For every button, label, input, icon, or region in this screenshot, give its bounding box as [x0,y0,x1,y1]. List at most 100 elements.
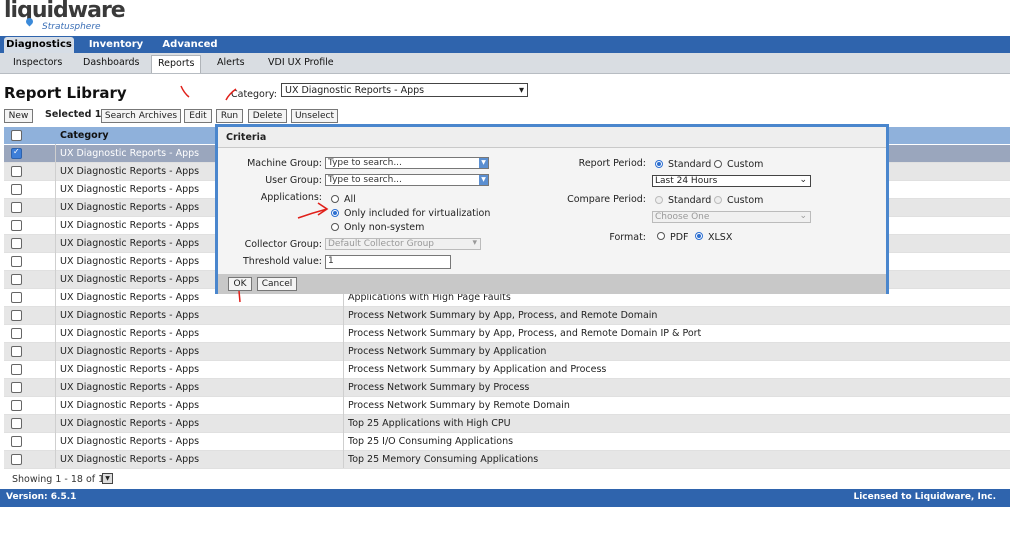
chevron-down-icon: ▾ [472,238,477,248]
column-header-category[interactable]: Category [60,130,109,141]
row-checkbox[interactable] [11,238,22,249]
row-category: UX Diagnostic Reports - Apps [60,274,200,285]
subtab-vdi-ux-profile[interactable]: VDI UX Profile [268,55,334,71]
compare-period-label: Compare Period: [567,194,646,205]
select-all-checkbox[interactable] [11,130,22,141]
row-checkbox[interactable] [11,400,22,411]
app-all-radio[interactable] [331,195,339,203]
subtab-reports[interactable]: Reports [151,55,202,73]
delete-button[interactable]: Delete [248,109,287,123]
column-divider [55,144,56,468]
dialog-header: Criteria [218,127,886,148]
subtab-dashboards[interactable]: Dashboards [83,55,140,71]
table-row[interactable]: UX Diagnostic Reports - Apps Top 25 I/O C… [4,433,1010,451]
row-checkbox[interactable] [11,346,22,357]
sub-nav: Inspectors Dashboards Reports Alerts VDI… [0,53,1010,74]
compare-standard-radio [655,196,663,204]
ok-button[interactable]: OK [228,277,252,291]
compare-period-select: Choose One ⌄ [652,211,811,223]
app-virtualization-radio[interactable] [331,209,339,217]
row-checkbox[interactable] [11,166,22,177]
row-checkbox[interactable] [11,147,22,159]
compare-custom-radio [714,196,722,204]
row-category: UX Diagnostic Reports - Apps [60,148,200,159]
collector-group-label: Collector Group: [244,239,322,250]
row-checkbox[interactable] [11,364,22,375]
new-button[interactable]: New [4,109,33,123]
collector-group-select: Default Collector Group ▾ [325,238,481,250]
row-checkbox[interactable] [11,292,22,303]
row-checkbox[interactable] [11,220,22,231]
table-row[interactable]: UX Diagnostic Reports - Apps Process Netw… [4,379,1010,397]
edit-button[interactable]: Edit [184,109,212,123]
report-period-standard-radio[interactable] [655,160,663,168]
tab-advanced[interactable]: Advanced [158,37,222,53]
user-group-label: User Group: [265,175,322,186]
tab-inventory[interactable]: Inventory [84,37,148,53]
report-period-label: Report Period: [578,158,646,169]
dialog-title: Criteria [226,132,267,143]
row-checkbox[interactable] [11,310,22,321]
tab-diagnostics[interactable]: Diagnostics [4,37,74,53]
row-checkbox[interactable] [11,328,22,339]
search-archives-button[interactable]: Search Archives [101,109,181,123]
row-category: UX Diagnostic Reports - Apps [60,364,200,375]
row-report-name[interactable]: Top 25 Memory Consuming Applications [348,454,538,465]
row-checkbox[interactable] [11,256,22,267]
dialog-footer: OK Cancel [218,274,886,294]
row-report-name[interactable]: Process Network Summary by App, Process,… [348,328,701,339]
row-report-name[interactable]: Process Network Summary by Remote Domain [348,400,570,411]
report-period-select[interactable]: Last 24 Hours ⌄ [652,175,811,187]
row-checkbox[interactable] [11,184,22,195]
row-report-name[interactable]: Top 25 Applications with High CPU [348,418,511,429]
run-button[interactable]: Run [216,109,243,123]
selected-count: Selected 1: [45,109,106,120]
row-checkbox[interactable] [11,454,22,465]
threshold-input[interactable]: 1 [325,255,451,269]
table-row[interactable]: UX Diagnostic Reports - Apps Top 25 Memor… [4,451,1010,469]
table-row[interactable]: UX Diagnostic Reports - Apps Process Netw… [4,397,1010,415]
user-group-input[interactable]: Type to search... ▼ [325,174,489,186]
row-checkbox[interactable] [11,382,22,393]
app-non-system-radio[interactable] [331,223,339,231]
row-category: UX Diagnostic Reports - Apps [60,310,200,321]
format-xlsx-radio[interactable] [695,232,703,240]
row-category: UX Diagnostic Reports - Apps [60,328,200,339]
format-pdf-radio[interactable] [657,232,665,240]
report-period-custom-radio[interactable] [714,160,722,168]
row-category: UX Diagnostic Reports - Apps [60,202,200,213]
row-checkbox[interactable] [11,436,22,447]
format-xlsx-label: XLSX [708,232,733,243]
row-report-name[interactable]: Process Network Summary by Application [348,346,546,357]
row-checkbox[interactable] [11,202,22,213]
row-report-name[interactable]: Process Network Summary by Application a… [348,364,606,375]
table-row[interactable]: UX Diagnostic Reports - Apps Process Netw… [4,343,1010,361]
category-select[interactable]: UX Diagnostic Reports - Apps ▾ [281,83,528,97]
page-size-dropdown[interactable]: ▼ [102,473,113,484]
subtab-alerts[interactable]: Alerts [217,55,245,71]
row-report-name[interactable]: Top 25 I/O Consuming Applications [348,436,513,447]
table-row[interactable]: UX Diagnostic Reports - Apps Process Netw… [4,307,1010,325]
subtab-inspectors[interactable]: Inspectors [13,55,62,71]
cancel-button[interactable]: Cancel [257,277,297,291]
table-row[interactable]: UX Diagnostic Reports - Apps Top 25 Appli… [4,415,1010,433]
table-row[interactable]: UX Diagnostic Reports - Apps Process Netw… [4,325,1010,343]
report-period-custom-label: Custom [727,159,764,170]
dropdown-arrow-icon[interactable]: ▼ [479,175,488,185]
unselect-button[interactable]: Unselect [291,109,338,123]
row-checkbox[interactable] [11,418,22,429]
row-category: UX Diagnostic Reports - Apps [60,454,200,465]
row-report-name[interactable]: Process Network Summary by Process [348,382,529,393]
row-checkbox[interactable] [11,274,22,285]
annotation-stroke-edit [180,85,190,98]
row-category: UX Diagnostic Reports - Apps [60,418,200,429]
row-report-name[interactable]: Process Network Summary by App, Process,… [348,310,657,321]
dropdown-arrow-icon[interactable]: ▼ [479,158,488,168]
row-category: UX Diagnostic Reports - Apps [60,382,200,393]
chevron-down-icon: ⌄ [799,211,807,221]
table-row[interactable]: UX Diagnostic Reports - Apps Process Netw… [4,361,1010,379]
app-all-label: All [344,194,356,205]
machine-group-input[interactable]: Type to search... ▼ [325,157,489,169]
criteria-dialog: Criteria Machine Group: Type to search..… [215,124,889,294]
row-category: UX Diagnostic Reports - Apps [60,400,200,411]
